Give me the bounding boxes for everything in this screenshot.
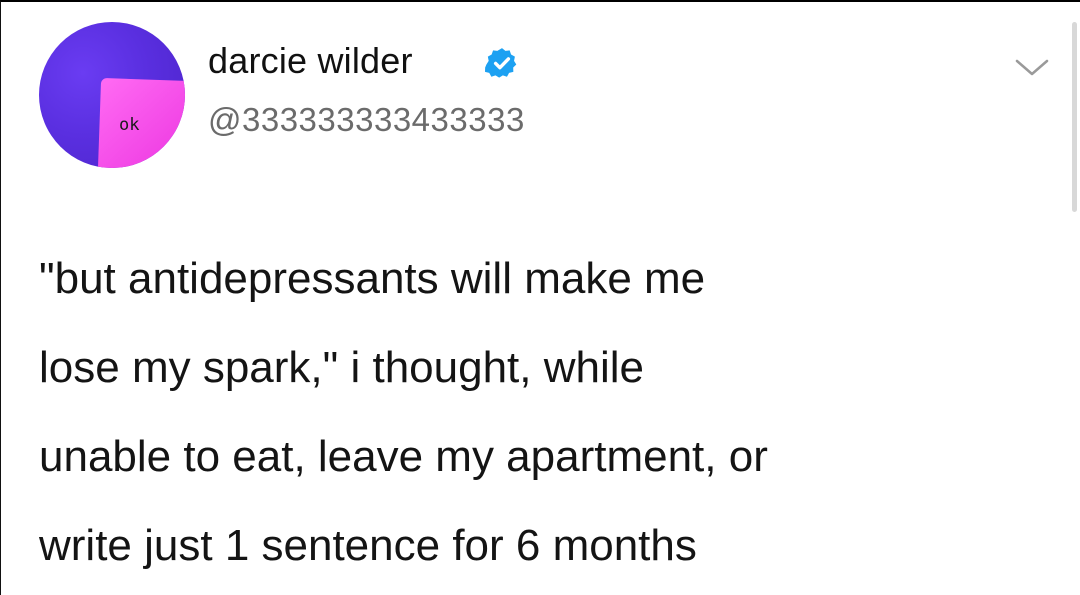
avatar-pink-square bbox=[96, 77, 185, 168]
user-handle[interactable]: @333333333433333 bbox=[208, 101, 525, 139]
tweet-card: ok darcie wilder @333333333433333 "but a… bbox=[0, 0, 1080, 595]
tweet-text-line: write just 1 sentence for 6 months bbox=[39, 521, 697, 570]
tweet-text-line: unable to eat, leave my apartment, or bbox=[39, 432, 768, 481]
tweet-text-line: "but antidepressants will make me bbox=[39, 254, 706, 303]
tweet-text: "but antidepressants will make me lose m… bbox=[39, 234, 1039, 590]
verified-badge-icon bbox=[485, 48, 517, 78]
tweet-text-line: lose my spark," i thought, while bbox=[39, 343, 644, 392]
avatar[interactable]: ok bbox=[39, 22, 185, 168]
chevron-down-icon[interactable] bbox=[1014, 57, 1050, 79]
avatar-text: ok bbox=[119, 115, 140, 135]
scrollbar[interactable] bbox=[1072, 22, 1077, 212]
display-name[interactable]: darcie wilder bbox=[208, 40, 413, 82]
